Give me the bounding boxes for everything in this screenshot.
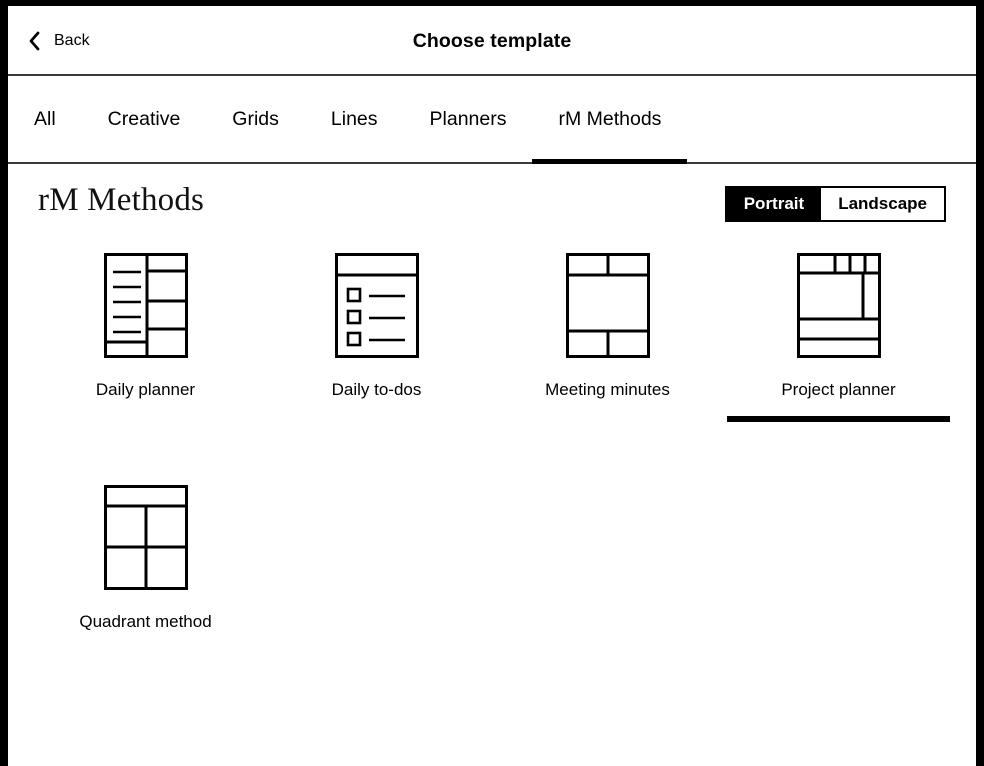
page-title: Choose template bbox=[412, 29, 572, 52]
section-header: rM Methods Portrait Landscape bbox=[30, 164, 954, 242]
template-label: Daily planner bbox=[95, 380, 196, 399]
orientation-landscape-button[interactable]: Landscape bbox=[821, 188, 944, 220]
daily-planner-thumb bbox=[103, 252, 189, 359]
orientation-toggle: Portrait Landscape bbox=[724, 186, 946, 222]
daily-todos-thumb bbox=[334, 252, 420, 359]
tab-label: All bbox=[34, 107, 56, 130]
template-label: Daily to-dos bbox=[331, 380, 422, 399]
chevron-left-icon bbox=[28, 31, 41, 51]
template-label: Quadrant method bbox=[79, 612, 212, 631]
tab-lines[interactable]: Lines bbox=[305, 76, 404, 162]
top-bar: Back Choose template bbox=[8, 6, 976, 76]
tab-planners[interactable]: Planners bbox=[404, 76, 533, 162]
tab-label: Lines bbox=[330, 107, 378, 130]
template-card-meeting-minutes[interactable]: Meeting minutes bbox=[492, 252, 723, 422]
screen: Back Choose template All Creative Grids … bbox=[8, 6, 976, 766]
tab-label: Creative bbox=[107, 107, 181, 130]
template-card-daily-planner[interactable]: Daily planner bbox=[30, 252, 261, 422]
tab-label: rM Methods bbox=[558, 107, 662, 130]
template-selected-indicator bbox=[727, 416, 950, 422]
template-card-daily-to-dos[interactable]: Daily to-dos bbox=[261, 252, 492, 422]
tab-bar: All Creative Grids Lines Planners rM Met bbox=[8, 76, 976, 164]
orientation-portrait-button[interactable]: Portrait bbox=[726, 188, 822, 220]
template-card-project-planner[interactable]: Project planner bbox=[723, 252, 954, 422]
back-button[interactable]: Back bbox=[22, 6, 96, 76]
tab-label: Grids bbox=[232, 107, 279, 130]
device-bezel: Back Choose template All Creative Grids … bbox=[0, 0, 984, 766]
tab-all[interactable]: All bbox=[26, 76, 82, 162]
back-label: Back bbox=[54, 32, 90, 49]
template-card-quadrant-method[interactable]: Quadrant method bbox=[30, 484, 261, 654]
section-title: rM Methods bbox=[38, 182, 205, 218]
meeting-minutes-thumb bbox=[565, 252, 651, 359]
template-browser-content: rM Methods Portrait Landscape Daily plan… bbox=[8, 164, 976, 764]
quadrant-method-thumb bbox=[103, 484, 189, 591]
template-grid: Daily planner Daily to-dos Meeting minut… bbox=[30, 252, 954, 654]
tab-label: Planners bbox=[429, 107, 507, 130]
template-label: Project planner bbox=[781, 380, 896, 399]
template-label: Meeting minutes bbox=[545, 380, 670, 399]
tab-grids[interactable]: Grids bbox=[206, 76, 305, 162]
tab-creative[interactable]: Creative bbox=[82, 76, 207, 162]
tab-rm-methods[interactable]: rM Methods bbox=[532, 76, 688, 164]
project-planner-thumb bbox=[796, 252, 882, 359]
